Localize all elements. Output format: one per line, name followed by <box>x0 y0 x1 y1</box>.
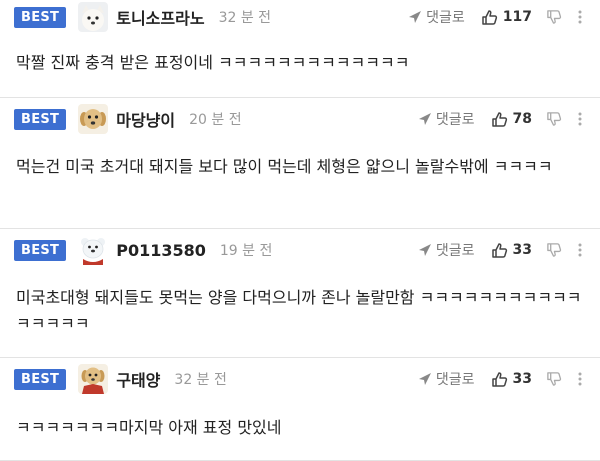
thumbs-down-icon <box>547 372 562 386</box>
puppy-avatar[interactable] <box>78 104 109 134</box>
like-count: 117 <box>502 9 532 25</box>
comment-item: BEST 마당냥이 20 분 전 댓글로 78 먹는건 미국 초거대 돼지들 보… <box>0 98 600 229</box>
more-vertical-icon <box>578 372 582 386</box>
more-vertical-icon <box>578 112 582 126</box>
timestamp: 32 분 전 <box>218 10 272 26</box>
thumbs-up-icon <box>482 9 497 25</box>
timestamp: 19 분 전 <box>219 243 273 259</box>
more-options-button[interactable] <box>574 111 586 127</box>
more-vertical-icon <box>578 10 582 24</box>
white-dog-avatar[interactable] <box>78 2 109 32</box>
nickname[interactable]: P0113580 <box>116 241 206 260</box>
reply-label: 댓글로 <box>435 112 475 128</box>
reply-button[interactable]: 댓글로 <box>418 109 475 129</box>
like-count: 33 <box>512 242 532 258</box>
comment-header: BEST P0113580 19 분 전 댓글로 33 <box>14 233 586 267</box>
timestamp: 32 분 전 <box>174 372 227 388</box>
comment-header: BEST 마당냥이 20 분 전 댓글로 78 <box>14 102 586 136</box>
comment-item: BEST 토니소프라노 32 분 전 댓글로 117 막짤 진짜 충격 받은 표… <box>0 0 600 98</box>
thumbs-down-icon <box>547 112 562 126</box>
thumbs-down-icon <box>547 243 562 257</box>
thumbs-up-icon <box>491 371 507 387</box>
comment-text: 막짤 진짜 충격 받은 표정이네 ㅋㅋㅋㅋㅋㅋㅋㅋㅋㅋㅋㅋㅋ <box>16 53 410 72</box>
dislike-button[interactable] <box>546 242 562 258</box>
reply-label: 댓글로 <box>426 10 465 26</box>
thumbs-down-icon <box>547 10 562 24</box>
timestamp: 20 분 전 <box>189 112 242 128</box>
comment-header: BEST 구태양 32 분 전 댓글로 33 <box>14 362 586 396</box>
like-button[interactable]: 78 <box>491 111 532 128</box>
polar-bear-avatar[interactable] <box>78 235 109 265</box>
comment-item: BEST P0113580 19 분 전 댓글로 33 미국초대형 돼지들도 못… <box>0 229 600 358</box>
comment-item: BEST 구태양 32 분 전 댓글로 33 ㅋㅋㅋㅋㅋㅋㅋ마지막 아재 표정 … <box>0 358 600 461</box>
comment-text: 미국초대형 돼지들도 못먹는 양을 다먹으니까 존나 놀랄만함 ㅋㅋㅋㅋㅋㅋㅋㅋ… <box>16 288 582 333</box>
thumbs-up-icon <box>491 111 507 127</box>
comment-header: BEST 토니소프라노 32 분 전 댓글로 117 <box>14 0 586 34</box>
more-options-button[interactable] <box>574 9 586 25</box>
reply-button[interactable]: 댓글로 <box>408 7 465 27</box>
nickname[interactable]: 마당냥이 <box>116 107 175 131</box>
reply-arrow-icon <box>418 373 431 385</box>
like-button[interactable]: 117 <box>481 9 532 26</box>
best-badge: BEST <box>14 239 67 261</box>
best-badge: BEST <box>14 108 67 130</box>
reply-label: 댓글로 <box>435 243 475 259</box>
nickname[interactable]: 구태양 <box>116 367 160 391</box>
like-count: 33 <box>512 371 532 387</box>
like-count: 78 <box>512 111 532 127</box>
nickname[interactable]: 토니소프라노 <box>116 5 204 29</box>
reply-arrow-icon <box>418 113 431 125</box>
dislike-button[interactable] <box>546 9 562 25</box>
comment-text: ㅋㅋㅋㅋㅋㅋㅋ마지막 아재 표정 맛있네 <box>16 418 282 437</box>
like-button[interactable]: 33 <box>491 242 532 259</box>
reply-label: 댓글로 <box>435 372 475 388</box>
thumbs-up-icon <box>491 242 507 258</box>
reply-button[interactable]: 댓글로 <box>418 369 475 389</box>
more-options-button[interactable] <box>574 371 586 387</box>
dislike-button[interactable] <box>546 371 562 387</box>
reply-arrow-icon <box>418 244 431 256</box>
dislike-button[interactable] <box>546 111 562 127</box>
more-vertical-icon <box>578 243 582 257</box>
comment-text: 먹는건 미국 초거대 돼지들 보다 많이 먹는데 체형은 얇으니 놀랄수밖에 ㅋ… <box>16 157 553 176</box>
best-badge: BEST <box>14 6 67 28</box>
best-badge: BEST <box>14 368 67 390</box>
reply-button[interactable]: 댓글로 <box>418 240 475 260</box>
like-button[interactable]: 33 <box>491 371 532 388</box>
more-options-button[interactable] <box>574 242 586 258</box>
reply-arrow-icon <box>409 11 422 23</box>
puppy-cape-avatar[interactable] <box>78 364 109 394</box>
